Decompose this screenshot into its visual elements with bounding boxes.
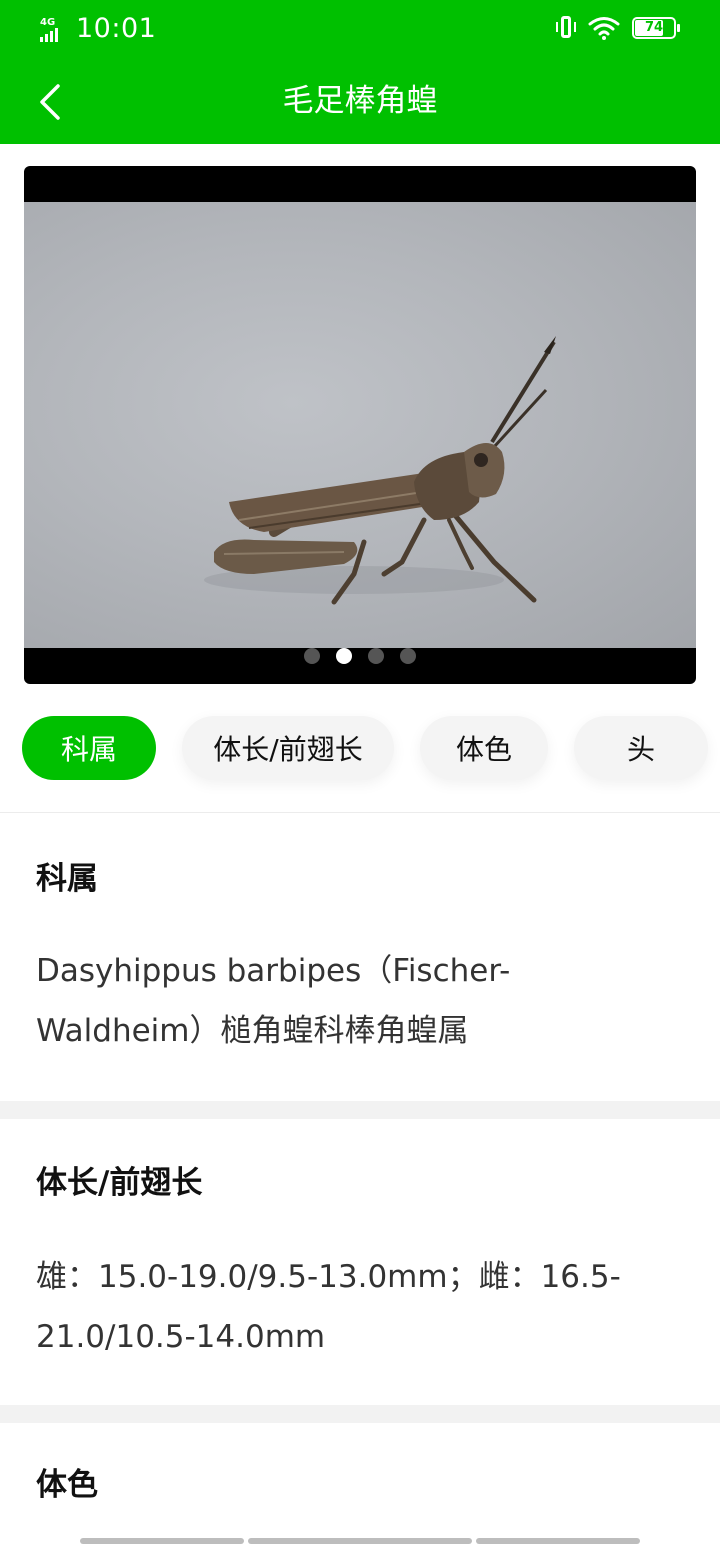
tab-label: 科属 <box>60 733 117 766</box>
tab-label: 体长/前翅长 <box>213 733 363 766</box>
section-family: 科属 Dasyhippus barbipes（Fischer- Waldheim… <box>0 813 720 1101</box>
cellular-signal-icon: 4G <box>38 18 64 44</box>
section-separator <box>0 1101 720 1119</box>
battery-level: 74 <box>644 20 664 35</box>
nav-hint-bar <box>476 1538 640 1544</box>
wifi-icon <box>588 16 620 40</box>
carousel-dot[interactable] <box>400 648 416 664</box>
tab-label: 头 <box>626 733 655 766</box>
nav-hint-bar <box>80 1538 244 1544</box>
section-body-color: 体色 <box>0 1423 720 1544</box>
section-heading: 体长/前翅长 <box>36 1165 203 1201</box>
battery-icon: 74 <box>632 17 680 39</box>
section-text-line: 雄：15.0-19.0/9.5-13.0mm；雌：16.5- <box>36 1259 621 1295</box>
tab-head[interactable]: 头 <box>574 716 708 780</box>
carousel-indicator <box>24 648 696 664</box>
section-text-line: Waldheim）槌角蝗科棒角蝗属 <box>36 1013 469 1049</box>
tab-label: 体色 <box>455 733 512 766</box>
grasshopper-photo <box>24 202 696 648</box>
section-separator <box>0 1405 720 1423</box>
network-type: 4G <box>40 17 56 28</box>
tab-body-length[interactable]: 体长/前翅长 <box>182 716 394 780</box>
carousel-dot[interactable] <box>304 648 320 664</box>
section-body-length: 体长/前翅长 雄：15.0-19.0/9.5-13.0mm；雌：16.5- 21… <box>0 1119 720 1405</box>
section-heading: 科属 <box>36 861 98 897</box>
tab-body-color[interactable]: 体色 <box>420 716 548 780</box>
status-time: 10:01 <box>76 13 157 44</box>
section-text-line: 21.0/10.5-14.0mm <box>36 1319 326 1355</box>
vibrate-icon <box>556 14 576 42</box>
tab-family[interactable]: 科属 <box>22 716 156 780</box>
tab-bar: 科属 体长/前翅长 体色 头 <box>0 700 720 800</box>
status-bar: 4G 10:01 74 <box>0 0 720 60</box>
section-text-line: Dasyhippus barbipes（Fischer- <box>36 953 511 989</box>
page-title: 毛足棒角蝗 <box>282 83 438 119</box>
app-bar: 毛足棒角蝗 <box>0 60 720 144</box>
carousel-dot[interactable] <box>368 648 384 664</box>
image-carousel[interactable] <box>24 166 696 684</box>
nav-hint-bar <box>248 1538 472 1544</box>
carousel-dot[interactable] <box>336 648 352 664</box>
section-heading: 体色 <box>36 1467 98 1503</box>
